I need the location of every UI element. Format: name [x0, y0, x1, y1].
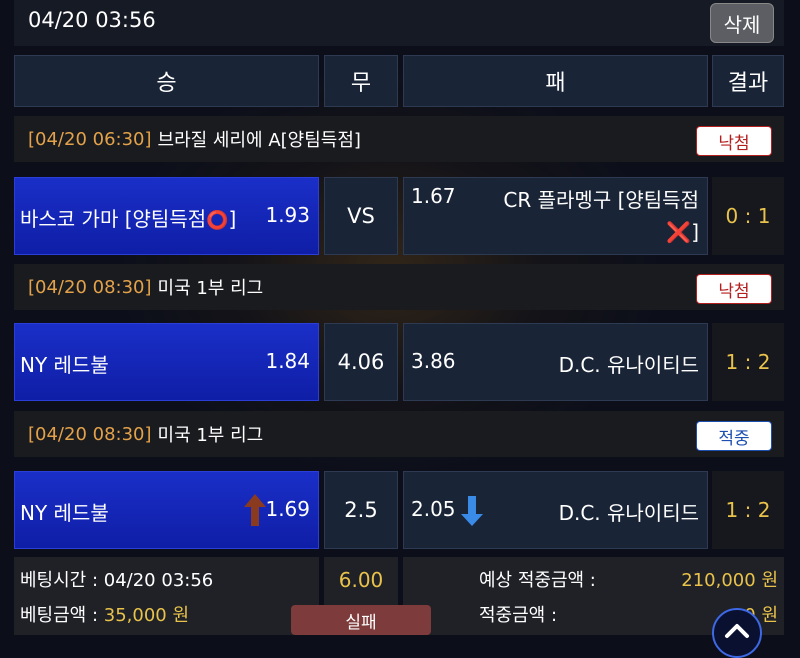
bet-datetime: 04/20 03:56: [28, 8, 156, 32]
home-team-name: NY 레드불: [20, 353, 109, 377]
game-league: 미국 1부 리그: [157, 425, 264, 446]
scroll-top-button[interactable]: [712, 608, 762, 658]
draw-odds-cell[interactable]: 4.06: [324, 323, 398, 401]
away-pick-cell[interactable]: 1.67 CR 플라멩구 [양팀득점 ❌]: [403, 177, 708, 255]
x-mark-icon: ❌: [666, 220, 692, 244]
game-title-row: [04/20 06:30] 브라질 세리에 A[양팀득점] 낙첨: [14, 116, 784, 162]
circle-mark-icon: ⭕: [206, 210, 229, 231]
status-badge: 적중: [696, 421, 772, 451]
arrow-up-icon: [244, 494, 266, 530]
bet-time-row: 베팅시간 : 04/20 03:56: [20, 570, 214, 591]
bet-time: 04/20 03:56: [103, 570, 214, 591]
home-pick-cell[interactable]: NY 레드불 1.69: [14, 471, 319, 549]
game-title-row: [04/20 08:30] 미국 1부 리그 적중: [14, 411, 784, 457]
score: 1 : 2: [712, 323, 784, 401]
draw-cell[interactable]: VS: [324, 177, 398, 255]
home-odds: 1.93: [265, 203, 310, 227]
game-league: 브라질 세리에 A[양팀득점]: [157, 130, 361, 151]
score: 0 : 1: [712, 177, 784, 255]
away-pick-cell[interactable]: 2.05 D.C. 유나이티드: [403, 471, 708, 549]
chevron-up-icon: [724, 623, 750, 643]
status-badge: 낙첨: [696, 126, 772, 156]
total-odds: 6.00: [338, 568, 384, 592]
away-team-mark: ❌]: [666, 220, 699, 244]
away-odds: 1.67: [411, 184, 456, 208]
arrow-down-icon: [461, 496, 483, 530]
fail-button[interactable]: 실패: [291, 605, 431, 635]
game-time: [04/20 08:30]: [28, 423, 152, 445]
home-pick-cell[interactable]: NY 레드불 1.84: [14, 323, 319, 401]
game-title-row: [04/20 08:30] 미국 1부 리그 낙첨: [14, 264, 784, 310]
game-league: 미국 1부 리그: [157, 278, 264, 299]
status-badge: 낙첨: [696, 274, 772, 304]
away-team-name: CR 플라멩구 [양팀득점: [503, 188, 699, 212]
expected-label: 예상 적중금액 :: [479, 570, 596, 591]
column-header-result: 결과: [712, 55, 784, 107]
column-header-win: 승: [14, 55, 319, 107]
away-pick-cell[interactable]: 3.86 D.C. 유나이티드: [403, 323, 708, 401]
home-team-name: NY 레드불: [20, 501, 109, 525]
away-odds: 2.05: [411, 497, 456, 521]
game-time: [04/20 08:30]: [28, 276, 152, 298]
column-header-draw: 무: [324, 55, 398, 107]
away-team-name: D.C. 유나이티드: [558, 501, 699, 525]
bet-info-box: 베팅시간 : 04/20 03:56 베팅금액 : 35,000 원: [14, 557, 319, 635]
score: 1 : 2: [712, 471, 784, 549]
home-odds: 1.84: [265, 349, 310, 373]
column-header-lose: 패: [403, 55, 708, 107]
home-team-name: 바스코 가마 [양팀득점⭕]: [20, 207, 237, 231]
won-label: 적중금액 :: [479, 605, 558, 626]
draw-odds-cell[interactable]: 2.5: [324, 471, 398, 549]
away-team-name: D.C. 유나이티드: [558, 353, 699, 377]
bet-amount-row: 베팅금액 : 35,000 원: [20, 605, 190, 626]
bet-amount: 35,000 원: [103, 605, 190, 626]
home-pick-cell[interactable]: 바스코 가마 [양팀득점⭕] 1.93: [14, 177, 319, 255]
expected-amount: 210,000 원: [681, 570, 778, 591]
game-time: [04/20 06:30]: [28, 128, 152, 150]
delete-button[interactable]: 삭제: [710, 3, 774, 43]
away-odds: 3.86: [411, 349, 456, 373]
home-odds: 1.69: [265, 497, 310, 521]
